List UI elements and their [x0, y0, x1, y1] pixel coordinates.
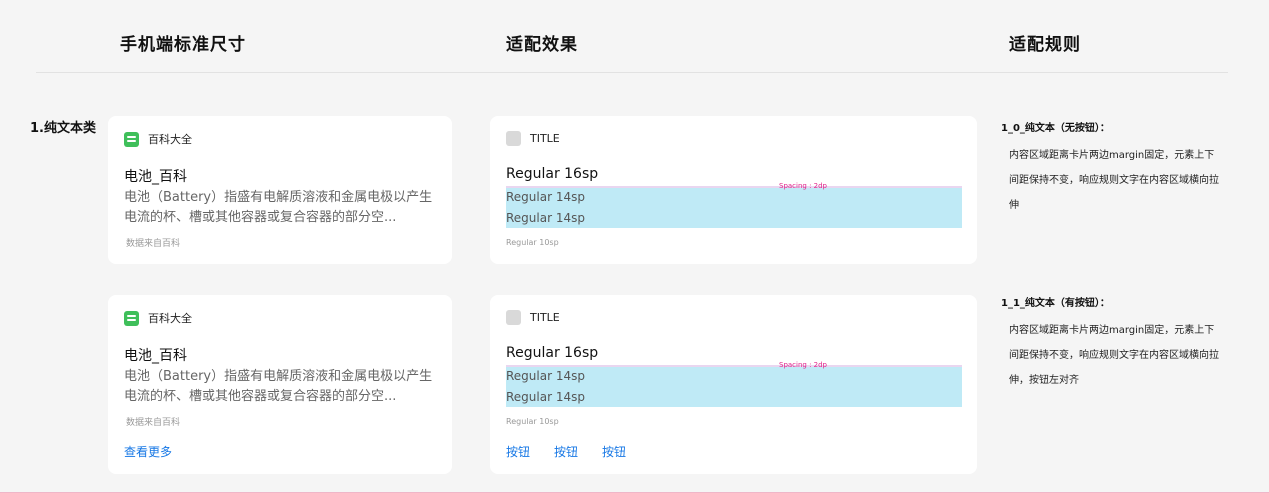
card-source: 数据来自百科	[126, 418, 181, 428]
view-more-link[interactable]: 查看更多	[124, 443, 172, 460]
regular-16sp-text: Regular 16sp	[506, 166, 599, 182]
page: 手机端标准尺寸 适配效果 适配规则 1.纯文本类 百科大全 电池_百科 电池（B…	[0, 0, 1269, 493]
regular-14sp-text: Regular 14sp	[506, 211, 585, 225]
action-button[interactable]: 按钮	[506, 443, 530, 460]
regular-10sp-text: Regular 10sp	[506, 238, 559, 247]
rule-text: 内容区域距离卡片两边margin固定，元素上下间距保持不变，响应规则文字在内容区…	[1009, 150, 1219, 211]
section-label: 1.纯文本类	[30, 121, 96, 136]
app-name: 百科大全	[148, 312, 192, 325]
green-list-icon	[124, 131, 139, 147]
green-list-icon	[124, 310, 139, 326]
regular-14sp-text: Regular 14sp	[506, 369, 585, 383]
app-name: 百科大全	[148, 133, 192, 146]
card-source: 数据来自百科	[126, 239, 181, 249]
spacing-label: Spacing : 2dp	[779, 361, 827, 369]
regular-10sp-text: Regular 10sp	[506, 417, 559, 426]
placeholder-icon	[506, 310, 521, 325]
spacing-indicator	[506, 365, 962, 367]
card-title: 电池_百科	[124, 348, 187, 364]
regular-14sp-text: Regular 14sp	[506, 390, 585, 404]
action-button[interactable]: 按钮	[602, 443, 626, 460]
effect-card: TITLE Regular 16sp Spacing : 2dp Regular…	[490, 295, 977, 474]
action-button[interactable]: 按钮	[554, 443, 578, 460]
header-divider	[36, 72, 1228, 73]
rule-title: 1_1_纯文本（有按钮）：	[1001, 298, 1110, 309]
column-heading-effect: 适配效果	[506, 35, 578, 55]
app-header: 百科大全	[124, 131, 192, 147]
rule-block: 1_0_纯文本（无按钮）： 内容区域距离卡片两边margin固定，元素上下间距保…	[1001, 119, 1219, 218]
card-title: 电池_百科	[124, 169, 187, 185]
spacing-label: Spacing : 2dp	[779, 182, 827, 190]
regular-14sp-text: Regular 14sp	[506, 190, 585, 204]
spacing-indicator	[506, 186, 962, 188]
column-heading-rules: 适配规则	[1009, 35, 1081, 55]
standard-card[interactable]: 百科大全 电池_百科 电池（Battery）指盛有电解质溶液和金属电极以产生电流…	[108, 116, 452, 264]
button-row: 按钮 按钮 按钮	[506, 443, 650, 460]
app-header: 百科大全	[124, 310, 192, 326]
effect-card: TITLE Regular 16sp Spacing : 2dp Regular…	[490, 116, 977, 264]
regular-16sp-text: Regular 16sp	[506, 345, 599, 361]
placeholder-title: TITLE	[530, 311, 560, 324]
rule-title: 1_0_纯文本（无按钮）：	[1001, 123, 1110, 134]
rule-text: 内容区域距离卡片两边margin固定，元素上下间距保持不变，响应规则文字在内容区…	[1009, 325, 1219, 386]
placeholder-title: TITLE	[530, 132, 560, 145]
card-description: 电池（Battery）指盛有电解质溶液和金属电极以产生电流的杯、槽或其他容器或复…	[124, 369, 433, 404]
placeholder-icon	[506, 131, 521, 146]
rule-block: 1_1_纯文本（有按钮）： 内容区域距离卡片两边margin固定，元素上下间距保…	[1001, 294, 1219, 393]
standard-card[interactable]: 百科大全 电池_百科 电池（Battery）指盛有电解质溶液和金属电极以产生电流…	[108, 295, 452, 474]
card-description: 电池（Battery）指盛有电解质溶液和金属电极以产生电流的杯、槽或其他容器或复…	[124, 190, 433, 225]
column-heading-standard: 手机端标准尺寸	[120, 35, 246, 55]
